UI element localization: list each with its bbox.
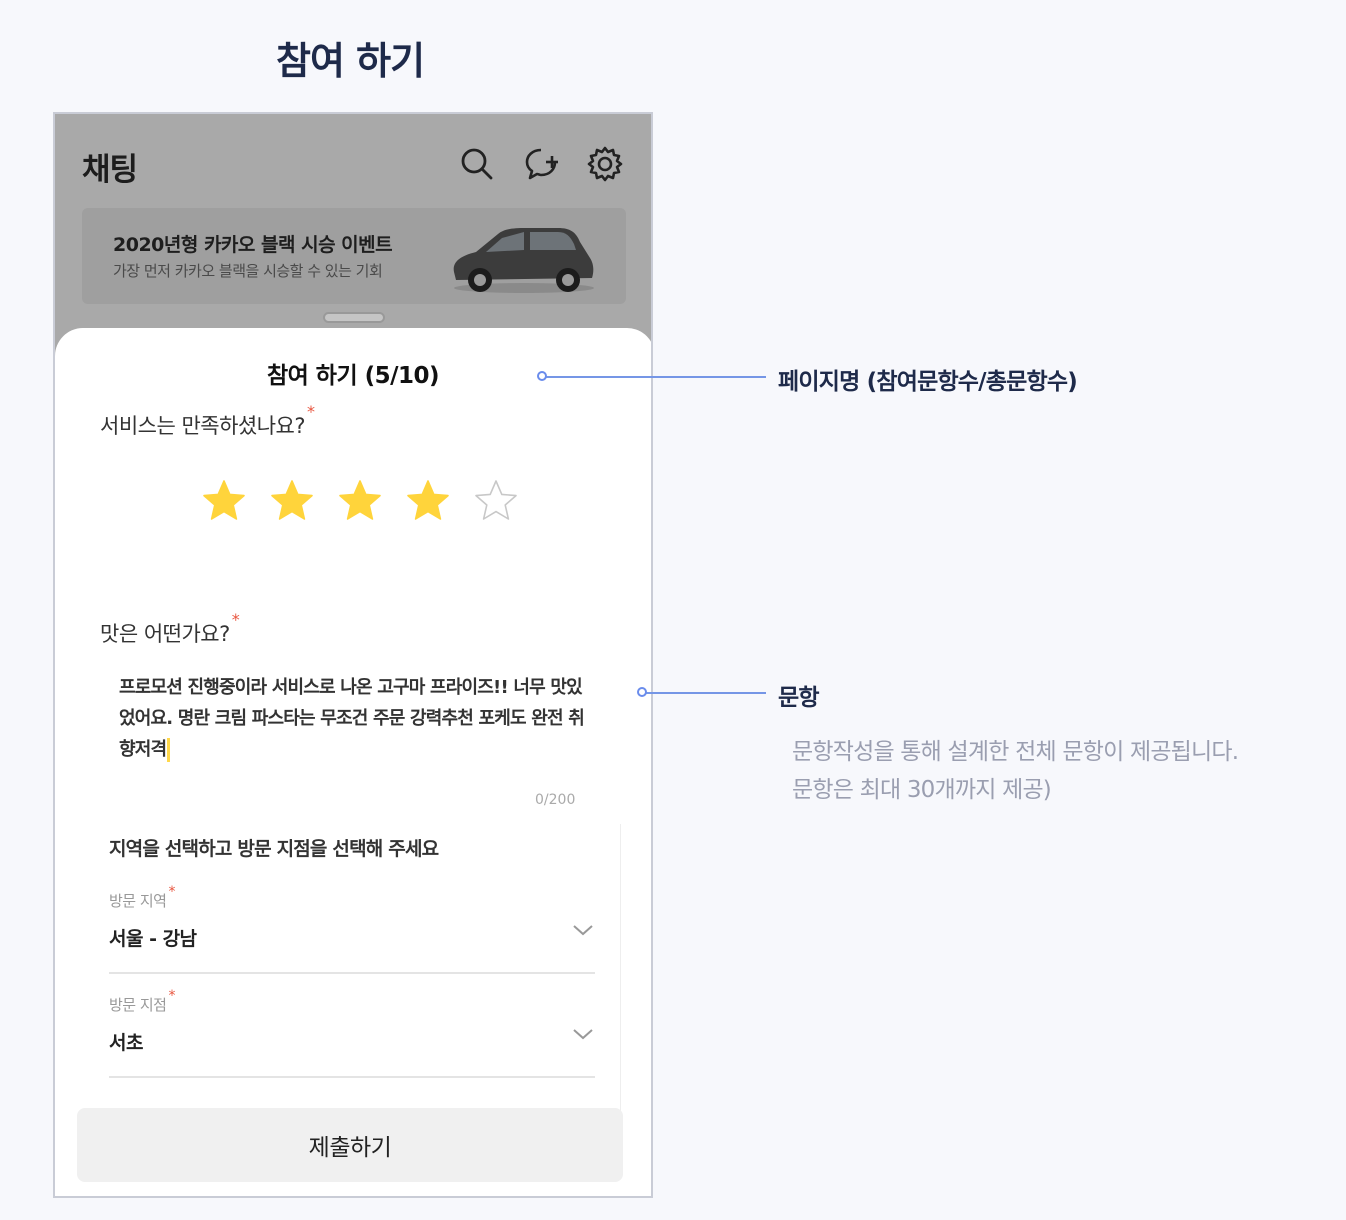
question-label: 맛은 어떤가요? — [100, 622, 230, 646]
char-counter: 0/200 — [535, 792, 576, 808]
submit-button[interactable]: 제출하기 — [77, 1108, 623, 1182]
banner-subtitle: 가장 먼저 카카오 블랙을 시승할 수 있는 기회 — [113, 262, 383, 280]
phone-mockup: 채팅 2020년형 카카오 블랙 시승 이벤트 가장 먼저 카카오 블랙을 시승… — [53, 112, 653, 1198]
callout-questions-desc: 문항작성을 통해 설계한 전체 문항이 제공됩니다. 문항은 최대 30개까지 … — [792, 733, 1332, 809]
callout-line-questions — [644, 692, 766, 694]
callout-questions-title: 문항 — [778, 685, 820, 711]
required-mark: * — [168, 988, 175, 1004]
page-heading: 참여 하기 — [276, 39, 425, 83]
car-image — [453, 228, 594, 293]
chevron-down-icon[interactable] — [571, 918, 595, 942]
region-question: 지역을 선택하고 방문 지점을 선택해 주세요 방문 지역 * 서울 - 강남 방… — [107, 824, 621, 1114]
star-empty-icon[interactable] — [473, 478, 519, 524]
branch-label: 방문 지점 * — [109, 988, 175, 1014]
sheet-drag-handle[interactable] — [323, 312, 385, 323]
callout-desc-line2: 문항은 최대 30개까지 제공) — [792, 777, 1052, 803]
callout-line-page-name — [544, 376, 766, 378]
new-chat-icon[interactable] — [523, 144, 563, 184]
branch-select[interactable]: 방문 지점 * 서초 — [109, 988, 595, 1078]
search-icon[interactable] — [457, 144, 497, 184]
question-taste: 맛은 어떤가요?* — [100, 610, 240, 648]
region-value: 서울 - 강남 — [109, 928, 197, 950]
app-title: 채팅 — [82, 152, 138, 188]
callout-dot-page-name — [537, 371, 547, 381]
answer-textarea[interactable]: 프로모션 진행중이라 서비스로 나온 고구마 프라이즈!! 너무 맛있었어요. … — [119, 672, 587, 765]
event-banner[interactable]: 2020년형 카카오 블랙 시승 이벤트 가장 먼저 카카오 블랙을 시승할 수… — [82, 208, 626, 304]
participation-sheet: 참여 하기 (5/10) 서비스는 만족하셨나요?* 맛은 어떤가요?* 프로모… — [55, 328, 651, 1196]
text-caret — [167, 738, 171, 762]
star-filled-icon[interactable] — [201, 478, 247, 524]
required-mark: * — [168, 884, 175, 900]
required-mark: * — [307, 402, 315, 421]
callout-page-name-title: 페이지명 (참여문항수/총문항수) — [778, 369, 1078, 395]
required-mark: * — [231, 610, 240, 629]
region-label: 방문 지역 * — [109, 884, 175, 910]
star-rating[interactable] — [201, 478, 519, 524]
banner-title: 2020년형 카카오 블랙 시승 이벤트 — [113, 234, 393, 256]
question-satisfaction: 서비스는 만족하셨나요?* — [100, 402, 315, 440]
callout-desc-line1: 문항작성을 통해 설계한 전체 문항이 제공됩니다. — [792, 739, 1239, 765]
sheet-title: 참여 하기 (5/10) — [266, 363, 440, 389]
star-filled-icon[interactable] — [269, 478, 315, 524]
star-filled-icon[interactable] — [405, 478, 451, 524]
chevron-down-icon[interactable] — [571, 1022, 595, 1046]
callout-dot-questions — [637, 687, 647, 697]
branch-value: 서초 — [109, 1032, 143, 1054]
answer-text: 프로모션 진행중이라 서비스로 나온 고구마 프라이즈!! 너무 맛있었어요. … — [119, 677, 585, 760]
settings-icon[interactable] — [585, 144, 625, 184]
region-select[interactable]: 방문 지역 * 서울 - 강남 — [109, 884, 595, 974]
region-question-title: 지역을 선택하고 방문 지점을 선택해 주세요 — [109, 838, 439, 860]
question-label: 서비스는 만족하셨나요? — [100, 414, 306, 438]
star-filled-icon[interactable] — [337, 478, 383, 524]
